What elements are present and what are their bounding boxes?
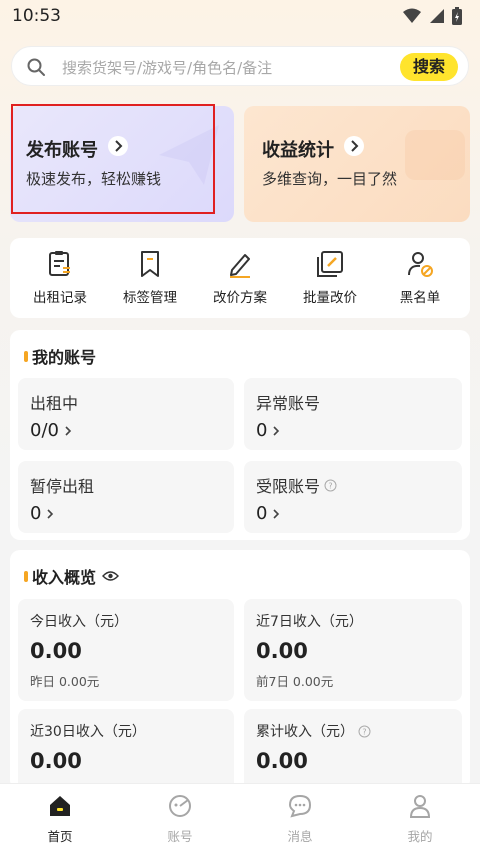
chevron-right-icon (273, 425, 280, 436)
pen-icon (230, 254, 250, 278)
restricted-cell[interactable]: 受限账号? 0 (244, 461, 462, 533)
paused-cell[interactable]: 暂停出租 0 (18, 461, 234, 533)
coin-icon (405, 130, 465, 180)
week-income-cell[interactable]: 近7日收入（元） 0.00 前7日 0.00元 (244, 599, 462, 701)
yesterday-income: 昨日 0.00元 (30, 674, 100, 689)
tab-home[interactable]: 首页 (0, 794, 120, 845)
tab-mine[interactable]: 我的 (360, 794, 480, 845)
quick-blacklist[interactable]: 黑名单 (374, 250, 466, 306)
paused-value: 0 (30, 503, 54, 524)
renting-cell[interactable]: 出租中 0/0 (18, 378, 234, 450)
status-bar: 10:53 (0, 0, 480, 34)
quick-tag-manage[interactable]: 标签管理 (104, 250, 196, 306)
my-accounts-panel: 我的账号 出租中 0/0 异常账号 0 暂停出租 0 受限账号? 0 (10, 330, 470, 540)
rental-record-icon (49, 251, 70, 276)
quick-label: 批量改价 (303, 290, 357, 306)
status-icons (403, 7, 462, 25)
chevron-right-icon (273, 508, 280, 519)
battery-icon (452, 7, 462, 25)
income-overview-title: 收入概览 (24, 564, 119, 588)
quick-label: 出租记录 (33, 290, 87, 306)
renting-label: 出租中 (30, 394, 79, 413)
abnormal-label: 异常账号 (256, 394, 321, 413)
quick-label: 标签管理 (123, 290, 177, 306)
total-income-value: 0.00 (256, 749, 308, 773)
today-income-value: 0.00 (30, 639, 82, 663)
income-overview-panel: 收入概览 今日收入（元） 0.00 昨日 0.00元 近7日收入（元） 0.00… (10, 550, 470, 799)
week-income-value: 0.00 (256, 639, 308, 663)
search-button[interactable]: 搜索 (400, 53, 458, 81)
tab-accounts[interactable]: 账号 (120, 794, 240, 845)
paused-label: 暂停出租 (30, 477, 95, 496)
quick-label: 黑名单 (399, 290, 441, 306)
tab-messages[interactable]: 消息 (240, 794, 360, 845)
tab-label: 首页 (47, 829, 73, 844)
quick-label: 改价方案 (213, 290, 267, 306)
batch-edit-icon (317, 251, 343, 277)
income-title: 收益统计 (262, 140, 334, 161)
chevron-right-icon (65, 425, 72, 436)
highlight-box (11, 104, 215, 214)
month-income-value: 0.00 (30, 749, 82, 773)
quick-price-plan[interactable]: 改价方案 (194, 250, 286, 306)
user-icon (409, 795, 431, 818)
quick-rental-record[interactable]: 出租记录 (14, 250, 106, 306)
tab-label: 账号 (167, 829, 193, 844)
bottom-tab-bar: 首页 账号 消息 我的 (0, 783, 480, 853)
tab-label: 我的 (407, 829, 433, 844)
message-icon (288, 794, 312, 818)
quick-batch-price[interactable]: 批量改价 (284, 250, 376, 306)
signal-icon (430, 9, 444, 23)
restricted-value: 0 (256, 503, 280, 524)
user-block-icon (408, 252, 433, 277)
svg-text:?: ? (362, 727, 366, 736)
status-time: 10:53 (12, 6, 61, 26)
search-input[interactable]: 搜索货架号/游戏号/角色名/备注 (62, 57, 272, 78)
prev-week-income: 前7日 0.00元 (256, 674, 334, 689)
quick-actions: 出租记录 标签管理 改价方案 批量改价 黑名单 (10, 238, 470, 318)
my-accounts-title: 我的账号 (24, 344, 96, 368)
renting-value: 0/0 (30, 420, 72, 441)
tab-label: 消息 (287, 829, 313, 844)
month-income-label: 近30日收入（元） (30, 724, 146, 740)
svg-text:?: ? (328, 481, 332, 490)
chevron-right-icon (47, 508, 54, 519)
chevron-right-icon (344, 136, 364, 156)
abnormal-cell[interactable]: 异常账号 0 (244, 378, 462, 450)
search-icon (27, 58, 45, 76)
today-income-cell[interactable]: 今日收入（元） 0.00 昨日 0.00元 (18, 599, 234, 701)
help-icon[interactable]: ? (358, 725, 371, 738)
help-icon[interactable]: ? (324, 479, 337, 492)
search-bar[interactable]: 搜索货架号/游戏号/角色名/备注 搜索 (11, 46, 469, 86)
total-income-label: 累计收入（元）? (256, 721, 371, 741)
eye-icon[interactable] (102, 570, 119, 582)
tag-icon (141, 251, 159, 277)
restricted-label: 受限账号? (256, 473, 337, 497)
week-income-label: 近7日收入（元） (256, 614, 363, 630)
game-controller-icon (169, 795, 191, 817)
home-icon (50, 796, 70, 816)
today-income-label: 今日收入（元） (30, 614, 128, 630)
abnormal-value: 0 (256, 420, 280, 441)
income-stats-card[interactable]: 收益统计 多维查询，一目了然 (244, 106, 470, 222)
income-subtitle: 多维查询，一目了然 (262, 170, 398, 188)
wifi-icon (403, 8, 421, 23)
